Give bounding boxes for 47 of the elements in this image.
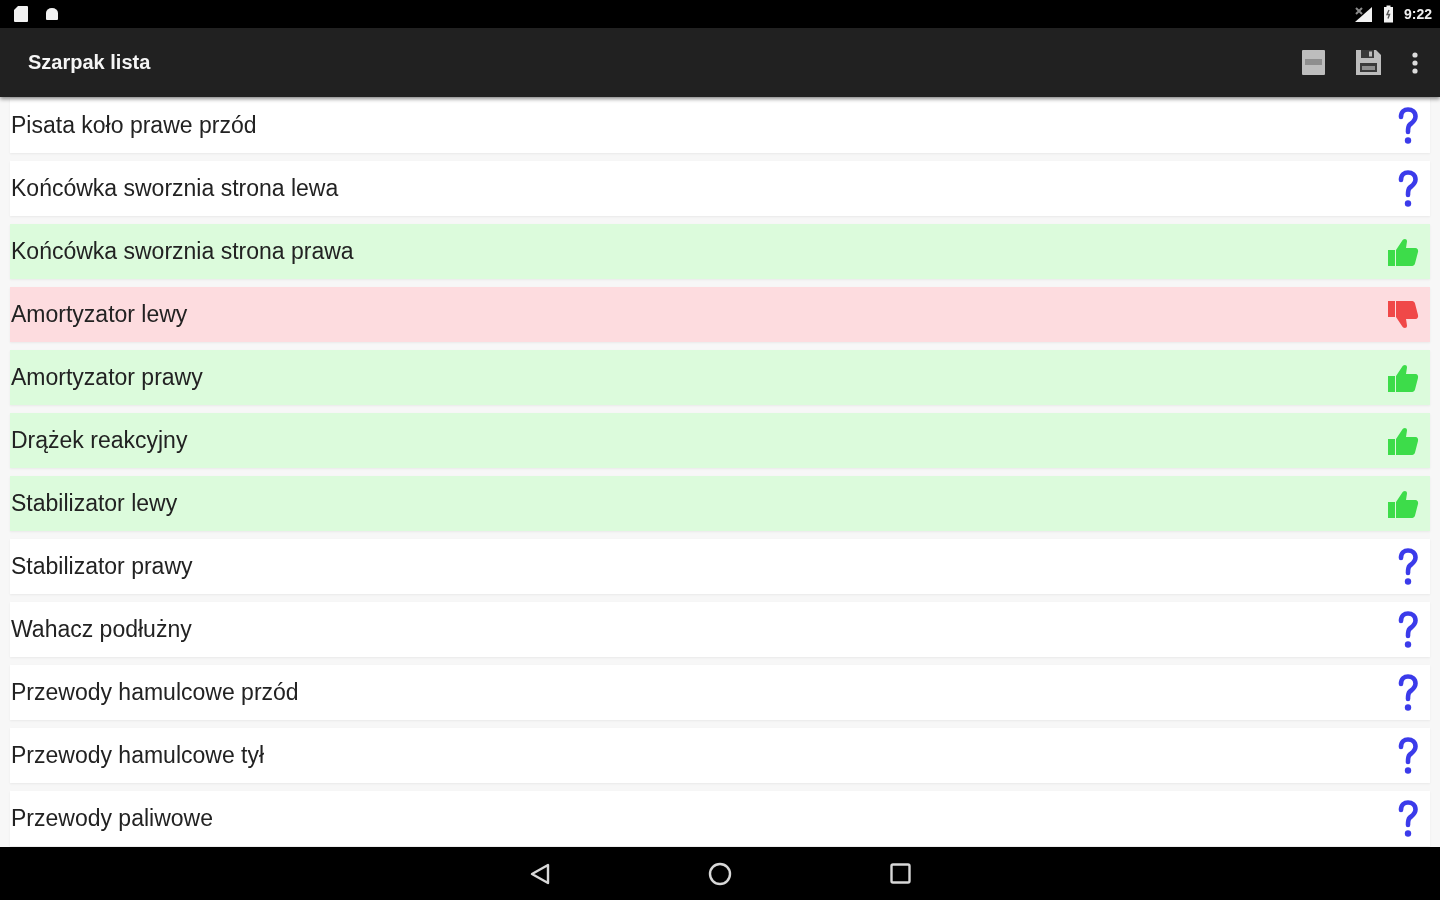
question-mark-icon (1397, 547, 1419, 586)
question-mark-icon (1397, 106, 1419, 145)
list-row[interactable]: Przewody hamulcowe przód (10, 665, 1430, 720)
list-row[interactable]: Amortyzator lewy (10, 287, 1430, 342)
clock-time: 9:22 (1403, 6, 1432, 22)
question-mark-icon (1397, 799, 1419, 838)
recent-apps-icon[interactable] (889, 863, 911, 884)
thumbs-up-icon (1387, 236, 1419, 267)
list-row[interactable]: Stabilizator lewy (10, 476, 1430, 531)
list-row[interactable]: Przewody hamulcowe tył (10, 728, 1430, 783)
thumbs-up-icon (1387, 425, 1419, 456)
list-row[interactable]: Pisata koło prawe przód (10, 98, 1430, 153)
list-row[interactable]: Wahacz podłużny (10, 602, 1430, 657)
more-options-icon[interactable] (1412, 51, 1418, 74)
item-label: Amortyzator lewy (11, 301, 188, 328)
list-row[interactable]: Amortyzator prawy (10, 350, 1430, 405)
list-row[interactable]: Końcówka sworznia strona prawa (10, 224, 1430, 279)
item-label: Przewody hamulcowe przód (11, 679, 299, 706)
item-label: Końcówka sworznia strona prawa (11, 238, 354, 265)
item-label: Stabilizator lewy (11, 490, 178, 517)
home-icon[interactable] (707, 861, 732, 886)
thumbs-up-icon (1387, 488, 1419, 519)
sd-card-icon (13, 5, 29, 23)
item-label: Przewody paliwowe (11, 805, 213, 832)
app-title: Szarpak lista (28, 51, 151, 74)
item-label: Amortyzator prawy (11, 364, 203, 391)
question-mark-icon (1397, 169, 1419, 208)
notification-icon (45, 7, 59, 21)
list-row[interactable]: Przewody paliwowe (10, 791, 1430, 846)
item-label: Przewody hamulcowe tył (11, 742, 265, 769)
save-icon[interactable] (1355, 49, 1382, 76)
no-signal-icon (1353, 5, 1373, 23)
question-mark-icon (1397, 610, 1419, 649)
list-row[interactable]: Drążek reakcyjny (10, 413, 1430, 468)
battery-icon (1382, 5, 1394, 23)
question-mark-icon (1397, 736, 1419, 775)
list-row[interactable]: Stabilizator prawy (10, 539, 1430, 594)
item-label: Stabilizator prawy (11, 553, 193, 580)
back-icon[interactable] (529, 862, 550, 885)
item-label: Wahacz podłużny (11, 616, 192, 643)
item-label: Końcówka sworznia strona lewa (11, 175, 339, 202)
item-label: Pisata koło prawe przód (11, 112, 257, 139)
list-row[interactable]: Końcówka sworznia strona lewa (10, 161, 1430, 216)
item-label: Drążek reakcyjny (11, 427, 188, 454)
thumbs-down-icon (1387, 299, 1419, 330)
question-mark-icon (1397, 673, 1419, 712)
thumbs-up-icon (1387, 362, 1419, 393)
